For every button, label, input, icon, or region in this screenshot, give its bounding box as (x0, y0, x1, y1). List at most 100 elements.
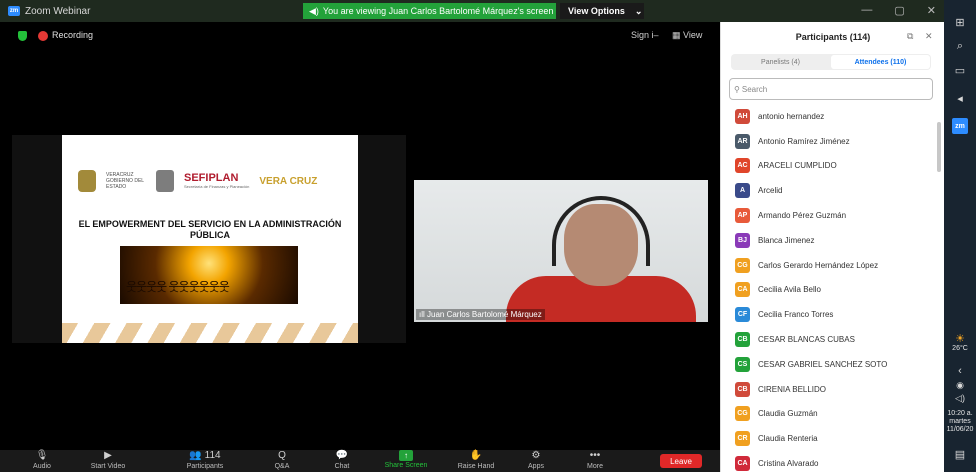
zoom-taskbar-icon[interactable]: zm (952, 118, 968, 134)
participants-button[interactable]: 👥 114 Participants (175, 450, 235, 471)
participant-list-scrollbar[interactable] (937, 122, 941, 172)
os-search-icon[interactable]: ⌕ (944, 40, 976, 53)
app-icon[interactable]: ◂ (944, 92, 976, 105)
raise-hand-label: Raise Hand (457, 463, 495, 470)
participant-name: Arcelid (758, 186, 783, 196)
microphone-icon: 🎙 (35, 450, 49, 461)
participant-name: Antonio Ramírez Jiménez (758, 136, 850, 146)
participant-row[interactable]: CA Cristina Alvarado (721, 451, 935, 472)
chat-button[interactable]: 💬 Chat (312, 450, 372, 471)
popout-icon[interactable]: ⧉ (907, 31, 913, 42)
search-input[interactable]: ⚲ Search (729, 78, 933, 100)
participant-row[interactable]: CB CESAR BLANCAS CUBAS (721, 327, 935, 352)
participant-row[interactable]: AP Armando Pérez Guzmán (721, 203, 935, 228)
slide-title: EL EMPOWERMENT DEL SERVICIO EN LA ADMINI… (78, 219, 342, 240)
participant-name: Claudia Guzmán (758, 409, 818, 419)
participant-row[interactable]: A Arcelid (721, 178, 935, 203)
recording-icon (38, 31, 48, 41)
tab-attendees[interactable]: Attendees (110) (831, 55, 930, 69)
participant-name: antonio hernandez (758, 111, 825, 121)
participant-name: Cecilia Franco Torres (758, 310, 834, 320)
participant-row[interactable]: CF Cecilia Franco Torres (721, 302, 935, 327)
veracruz-crest-icon (78, 170, 96, 192)
participant-name: Carlos Gerardo Hernández López (758, 260, 879, 270)
participant-avatar: CB (735, 332, 750, 348)
participant-avatar: CR (735, 431, 750, 447)
audio-button[interactable]: 🎙 Audio (12, 450, 72, 471)
signal-bars-icon: ıll (419, 310, 427, 319)
speaker-icon: ◀) (309, 5, 319, 16)
chat-label: Chat (334, 463, 350, 470)
tab-panelists[interactable]: Panelists (4) (731, 54, 830, 70)
volume-icon[interactable]: ◁) (944, 393, 976, 404)
participant-name: CESAR GABRIEL SANCHEZ SOTO (758, 359, 888, 369)
participant-row[interactable]: CA Cecilia Avila Bello (721, 278, 935, 303)
participant-avatar: BJ (735, 232, 750, 248)
window-controls: — ▢ ✕ (861, 4, 936, 17)
participant-tabs: Panelists (4) Attendees (110) (731, 54, 931, 70)
participant-row[interactable]: AC ARACELI CUMPLIDO (721, 154, 935, 179)
participant-name: CESAR BLANCAS CUBAS (758, 335, 855, 345)
participant-list: AH antonio hernandez AR Antonio Ramírez Jim… (721, 104, 935, 472)
participant-name: Blanca Jimenez (758, 235, 815, 245)
windows-start-icon[interactable]: ⊞ (944, 16, 976, 29)
participant-row[interactable]: CG Claudia Guzmán (721, 402, 935, 427)
national-crest-icon (156, 170, 174, 192)
participant-row[interactable]: CS CESAR GABRIEL SANCHEZ SOTO (721, 352, 935, 377)
share-screen-button[interactable]: ↑ Share Screen (376, 450, 436, 470)
share-screen-icon: ↑ (399, 450, 413, 461)
participant-avatar: AP (735, 208, 750, 224)
participant-row[interactable]: CR Claudia Renteria (721, 426, 935, 451)
slide-decorative-band (62, 323, 358, 343)
clock-time[interactable]: 10:20 a. (944, 410, 976, 418)
participant-row[interactable]: CB CIRENIA BELLIDO (721, 377, 935, 402)
participant-row[interactable]: AR Antonio Ramírez Jiménez (721, 129, 935, 154)
security-shield-icon[interactable] (18, 31, 27, 41)
participant-row[interactable]: CG Carlos Gerardo Hernández López (721, 253, 935, 278)
meeting-info-bar: Recording Sign i– ▦ View (0, 28, 720, 44)
weather-icon[interactable]: ☀ (944, 332, 976, 345)
participant-avatar: CF (735, 307, 750, 323)
more-icon: ••• (589, 450, 601, 461)
share-screen-label: Share Screen (384, 462, 428, 469)
clock-date: 11/06/20 (946, 426, 974, 433)
network-icon[interactable]: ◉ (944, 380, 976, 391)
chevron-up-icon[interactable]: ‹ (944, 365, 976, 377)
meeting-toolbar: 🎙 Audio ▶ Start Video 👥 114 Participants… (0, 450, 720, 472)
slide-logos: VERACRUZ GOBIERNO DEL ESTADO SEFIPLAN Se… (78, 165, 348, 197)
qa-button[interactable]: Q Q&A (252, 450, 312, 471)
more-label: More (587, 463, 603, 470)
viewing-banner: ◀) You are viewing Juan Carlos Bartolomé… (303, 3, 556, 19)
raise-hand-button[interactable]: ✋ Raise Hand (446, 450, 506, 471)
task-view-icon[interactable]: ▭ (944, 64, 976, 77)
participant-avatar: CB (735, 381, 750, 397)
view-options-label: View Options (568, 6, 625, 16)
participants-icon: 👥 114 (189, 450, 221, 461)
view-options-button[interactable]: View Options ⌄ (560, 3, 644, 19)
participant-name: CIRENIA BELLIDO (758, 384, 827, 394)
view-button[interactable]: ▦ View (672, 30, 702, 41)
more-button[interactable]: ••• More (565, 450, 625, 471)
participant-row[interactable]: AH antonio hernandez (721, 104, 935, 129)
participant-avatar: AC (735, 158, 750, 174)
close-button[interactable]: ✕ (927, 4, 936, 17)
apps-button[interactable]: ⚙ Apps (506, 450, 566, 471)
people-silhouettes-icon: 웃웃웃웃 웃웃웃웃웃웃 (126, 280, 230, 294)
participant-row[interactable]: BJ Blanca Jimenez (721, 228, 935, 253)
chat-icon: 💬 (335, 450, 349, 461)
headset-icon (552, 196, 650, 266)
speaker-video[interactable]: ıll Juan Carlos Bartolomé Márquez (414, 180, 708, 322)
search-placeholder: Search (741, 84, 768, 94)
minimize-button[interactable]: — (861, 4, 872, 17)
maximize-button[interactable]: ▢ (894, 4, 904, 17)
sign-in-button[interactable]: Sign i– (631, 30, 659, 40)
participant-name: Armando Pérez Guzmán (758, 211, 847, 221)
start-video-button[interactable]: ▶ Start Video (78, 450, 138, 471)
leave-button[interactable]: Leave (660, 454, 702, 468)
qa-icon: Q (278, 450, 286, 461)
close-panel-icon[interactable]: ✕ (925, 31, 933, 42)
participant-name: ARACELI CUMPLIDO (758, 161, 837, 171)
qa-label: Q&A (274, 463, 290, 470)
apps-label: Apps (528, 463, 544, 470)
notifications-icon[interactable]: ▤ (944, 448, 976, 461)
